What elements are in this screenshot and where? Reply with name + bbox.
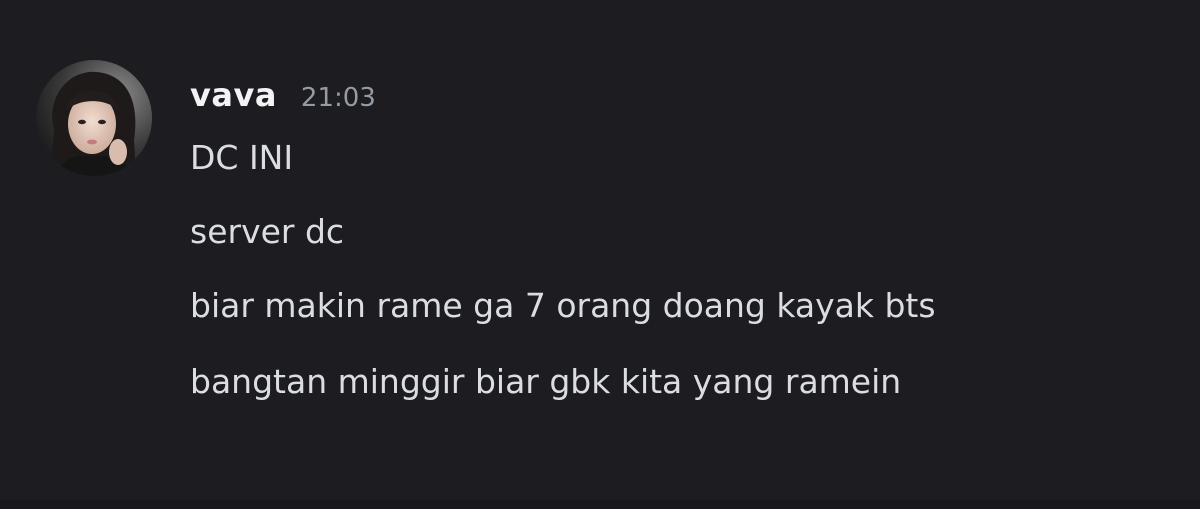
message-line: biar makin rame ga 7 orang doang kayak b… [190, 286, 936, 325]
username[interactable]: vava [190, 76, 277, 114]
message-header: vava 21:03 [190, 76, 376, 116]
avatar[interactable] [36, 60, 152, 176]
message-line: DC INI [190, 138, 294, 177]
user-avatar-photo-icon [36, 60, 152, 176]
message-line: server dc [190, 212, 345, 251]
message-line: bangtan minggir biar gbk kita yang ramei… [190, 362, 902, 401]
bottom-divider [0, 500, 1200, 509]
timestamp[interactable]: 21:03 [301, 83, 376, 113]
message-group: vava 21:03 DC INI server dc biar makin r… [0, 0, 1200, 509]
